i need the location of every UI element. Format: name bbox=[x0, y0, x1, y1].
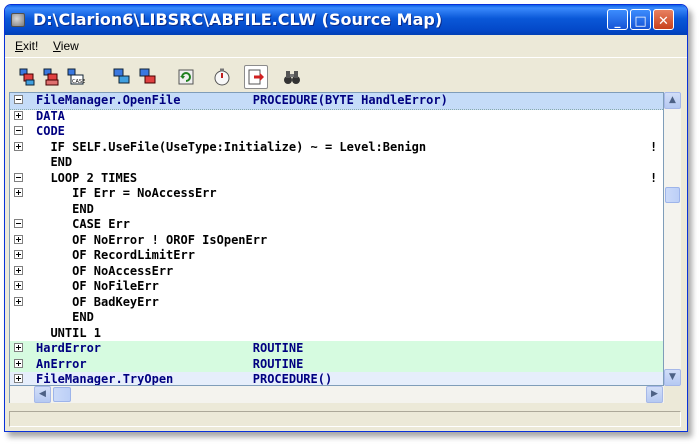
code-line[interactable]: AnError ROUTINE bbox=[10, 356, 663, 372]
scroll-corner bbox=[664, 386, 681, 403]
source-map-tree[interactable]: FileManager.OpenFile PROCEDURE(BYTE Hand… bbox=[9, 92, 664, 386]
case-icon[interactable]: CASE bbox=[67, 68, 85, 86]
expand-plus-icon[interactable] bbox=[14, 141, 23, 151]
expand-plus-icon[interactable] bbox=[14, 343, 23, 352]
scroll-right-button[interactable]: ▶ bbox=[646, 386, 663, 403]
code-line[interactable]: HardError ROUTINE bbox=[10, 341, 663, 357]
export-icon[interactable] bbox=[244, 65, 268, 89]
code-line[interactable]: OF NoError ! OROF IsOpenErr bbox=[10, 233, 663, 249]
timer-icon[interactable] bbox=[213, 68, 231, 86]
code-line[interactable]: CODE bbox=[10, 124, 663, 140]
code-text: DATA bbox=[36, 108, 65, 123]
collapse-all-icon[interactable] bbox=[43, 68, 61, 86]
code-text: UNTIL 1 bbox=[36, 325, 102, 340]
code-text: END bbox=[36, 201, 94, 216]
expand-plus-icon[interactable] bbox=[14, 296, 23, 306]
code-line[interactable]: END bbox=[10, 155, 663, 171]
expand-plus-icon[interactable] bbox=[14, 250, 23, 259]
code-line[interactable]: DATA bbox=[10, 109, 663, 125]
code-text: OF NoFileErr bbox=[36, 279, 159, 293]
code-line[interactable]: FileManager.TryOpen PROCEDURE() bbox=[10, 372, 663, 386]
menu-exit[interactable]: Exit! bbox=[15, 39, 38, 53]
code-text: END bbox=[36, 155, 73, 169]
code-line[interactable]: FileManager.OpenFile PROCEDURE(BYTE Hand… bbox=[10, 93, 663, 110]
collapse-minus-icon[interactable] bbox=[14, 172, 23, 182]
title-bar[interactable]: D:\Clarion6\LIBSRC\ABFILE.CLW (Source Ma… bbox=[5, 5, 687, 35]
code-text: END bbox=[36, 310, 94, 324]
code-text: CASE Err bbox=[36, 217, 130, 231]
expand-plus-icon[interactable] bbox=[14, 281, 23, 290]
code-line[interactable]: OF NoAccessErr bbox=[10, 264, 663, 280]
code-text: FileManager.TryOpen PROCEDURE() bbox=[36, 372, 333, 386]
code-line[interactable]: LOOP 2 TIMES! bbox=[10, 171, 663, 187]
line-marker: ! bbox=[650, 139, 658, 154]
code-line[interactable]: OF RecordLimitErr bbox=[10, 248, 663, 264]
close-icon: ✕ bbox=[658, 14, 669, 29]
maximize-icon: □ bbox=[634, 14, 647, 29]
collapse-minus-icon[interactable] bbox=[14, 219, 23, 228]
expand-plus-icon[interactable] bbox=[14, 265, 23, 275]
svg-text:CASE: CASE bbox=[72, 79, 85, 85]
menu-bar: Exit! View bbox=[5, 35, 687, 57]
code-text: LOOP 2 TIMES bbox=[36, 170, 138, 185]
app-icon[interactable] bbox=[11, 13, 25, 27]
status-bar bbox=[5, 407, 687, 431]
code-text: OF RecordLimitErr bbox=[36, 248, 195, 262]
code-text: CODE bbox=[36, 124, 65, 138]
code-line[interactable]: OF NoFileErr bbox=[10, 279, 663, 295]
horizontal-scrollbar[interactable]: ◀ ▶ bbox=[9, 386, 664, 403]
line-marker: ! bbox=[650, 170, 658, 185]
chevron-left-icon: ◀ bbox=[39, 389, 46, 399]
code-text: OF BadKeyErr bbox=[36, 294, 159, 309]
menu-view[interactable]: View bbox=[53, 39, 79, 53]
code-text: AnError ROUTINE bbox=[36, 356, 304, 371]
minimize-icon: _ bbox=[614, 14, 621, 28]
scroll-down-button[interactable]: ▼ bbox=[664, 369, 681, 386]
code-text: OF NoAccessErr bbox=[36, 263, 174, 278]
code-text: FileManager.OpenFile PROCEDURE(BYTE Hand… bbox=[36, 93, 448, 107]
collapse-minus-icon[interactable] bbox=[14, 95, 23, 104]
close-button[interactable]: ✕ bbox=[653, 9, 674, 30]
chevron-up-icon: ▲ bbox=[669, 95, 676, 105]
expand-all-icon[interactable] bbox=[19, 68, 37, 86]
expand-plus-icon[interactable] bbox=[14, 188, 23, 197]
scroll-left-button[interactable]: ◀ bbox=[34, 386, 51, 403]
code-text: HardError ROUTINE bbox=[36, 341, 304, 355]
status-pane bbox=[9, 411, 681, 427]
vertical-scrollbar[interactable]: ▲ ▼ bbox=[664, 92, 681, 386]
code-line[interactable]: END bbox=[10, 310, 663, 326]
expand-plus-icon[interactable] bbox=[14, 358, 23, 368]
code-line[interactable]: OF BadKeyErr bbox=[10, 295, 663, 311]
expand-plus-icon[interactable] bbox=[14, 234, 23, 244]
collapse-section-icon[interactable] bbox=[139, 68, 157, 86]
code-text: IF SELF.UseFile(UseType:Initialize) ~ = … bbox=[36, 139, 427, 154]
refresh-icon[interactable] bbox=[177, 68, 195, 86]
binoculars-icon[interactable] bbox=[283, 68, 301, 86]
expand-plus-icon[interactable] bbox=[14, 374, 23, 383]
minimize-button[interactable]: _ bbox=[607, 9, 628, 30]
code-line[interactable]: IF SELF.UseFile(UseType:Initialize) ~ = … bbox=[10, 140, 663, 156]
code-text: IF Err = NoAccessErr bbox=[36, 186, 217, 200]
code-line[interactable]: CASE Err bbox=[10, 217, 663, 233]
code-line[interactable]: UNTIL 1 bbox=[10, 326, 663, 342]
code-line[interactable]: IF Err = NoAccessErr bbox=[10, 186, 663, 202]
vertical-scroll-thumb[interactable] bbox=[665, 187, 680, 203]
expand-plus-icon[interactable] bbox=[14, 110, 23, 120]
expand-section-icon[interactable] bbox=[113, 68, 131, 86]
source-map-window: D:\Clarion6\LIBSRC\ABFILE.CLW (Source Ma… bbox=[4, 4, 688, 432]
maximize-button[interactable]: □ bbox=[630, 9, 651, 30]
window-title: D:\Clarion6\LIBSRC\ABFILE.CLW (Source Ma… bbox=[33, 10, 443, 29]
chevron-right-icon: ▶ bbox=[651, 389, 658, 399]
collapse-minus-icon[interactable] bbox=[14, 126, 23, 135]
code-text: OF NoError ! OROF IsOpenErr bbox=[36, 232, 268, 247]
chevron-down-icon: ▼ bbox=[669, 372, 676, 382]
code-line[interactable]: END bbox=[10, 202, 663, 218]
scroll-up-button[interactable]: ▲ bbox=[664, 92, 681, 109]
toolbar: CASE bbox=[5, 57, 687, 94]
horizontal-scroll-thumb[interactable] bbox=[53, 387, 71, 402]
